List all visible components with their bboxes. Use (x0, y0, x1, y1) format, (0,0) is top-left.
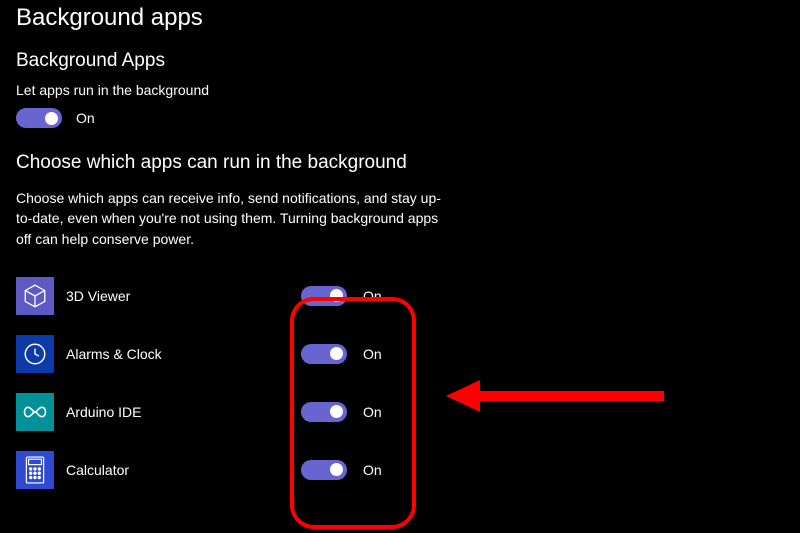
master-toggle-label: Let apps run in the background (16, 82, 784, 98)
app-name: Calculator (66, 462, 301, 478)
app-name: 3D Viewer (66, 288, 301, 304)
master-toggle[interactable] (16, 108, 62, 128)
annotation-arrow-left-icon (446, 376, 666, 416)
master-toggle-row: On (16, 108, 784, 128)
infinity-icon (16, 393, 54, 431)
calculator-icon (16, 451, 54, 489)
toggle-knob (45, 112, 58, 125)
choose-apps-header: Choose which apps can run in the backgro… (16, 152, 784, 174)
cube-icon (16, 277, 54, 315)
choose-apps-description: Choose which apps can receive info, send… (16, 188, 456, 249)
page-title: Background apps (16, 4, 784, 32)
annotation-highlight-rect (290, 297, 416, 529)
background-apps-header: Background Apps (16, 50, 784, 72)
master-toggle-state: On (76, 110, 95, 126)
clock-icon (16, 335, 54, 373)
app-name: Alarms & Clock (66, 346, 301, 362)
app-name: Arduino IDE (66, 404, 301, 420)
